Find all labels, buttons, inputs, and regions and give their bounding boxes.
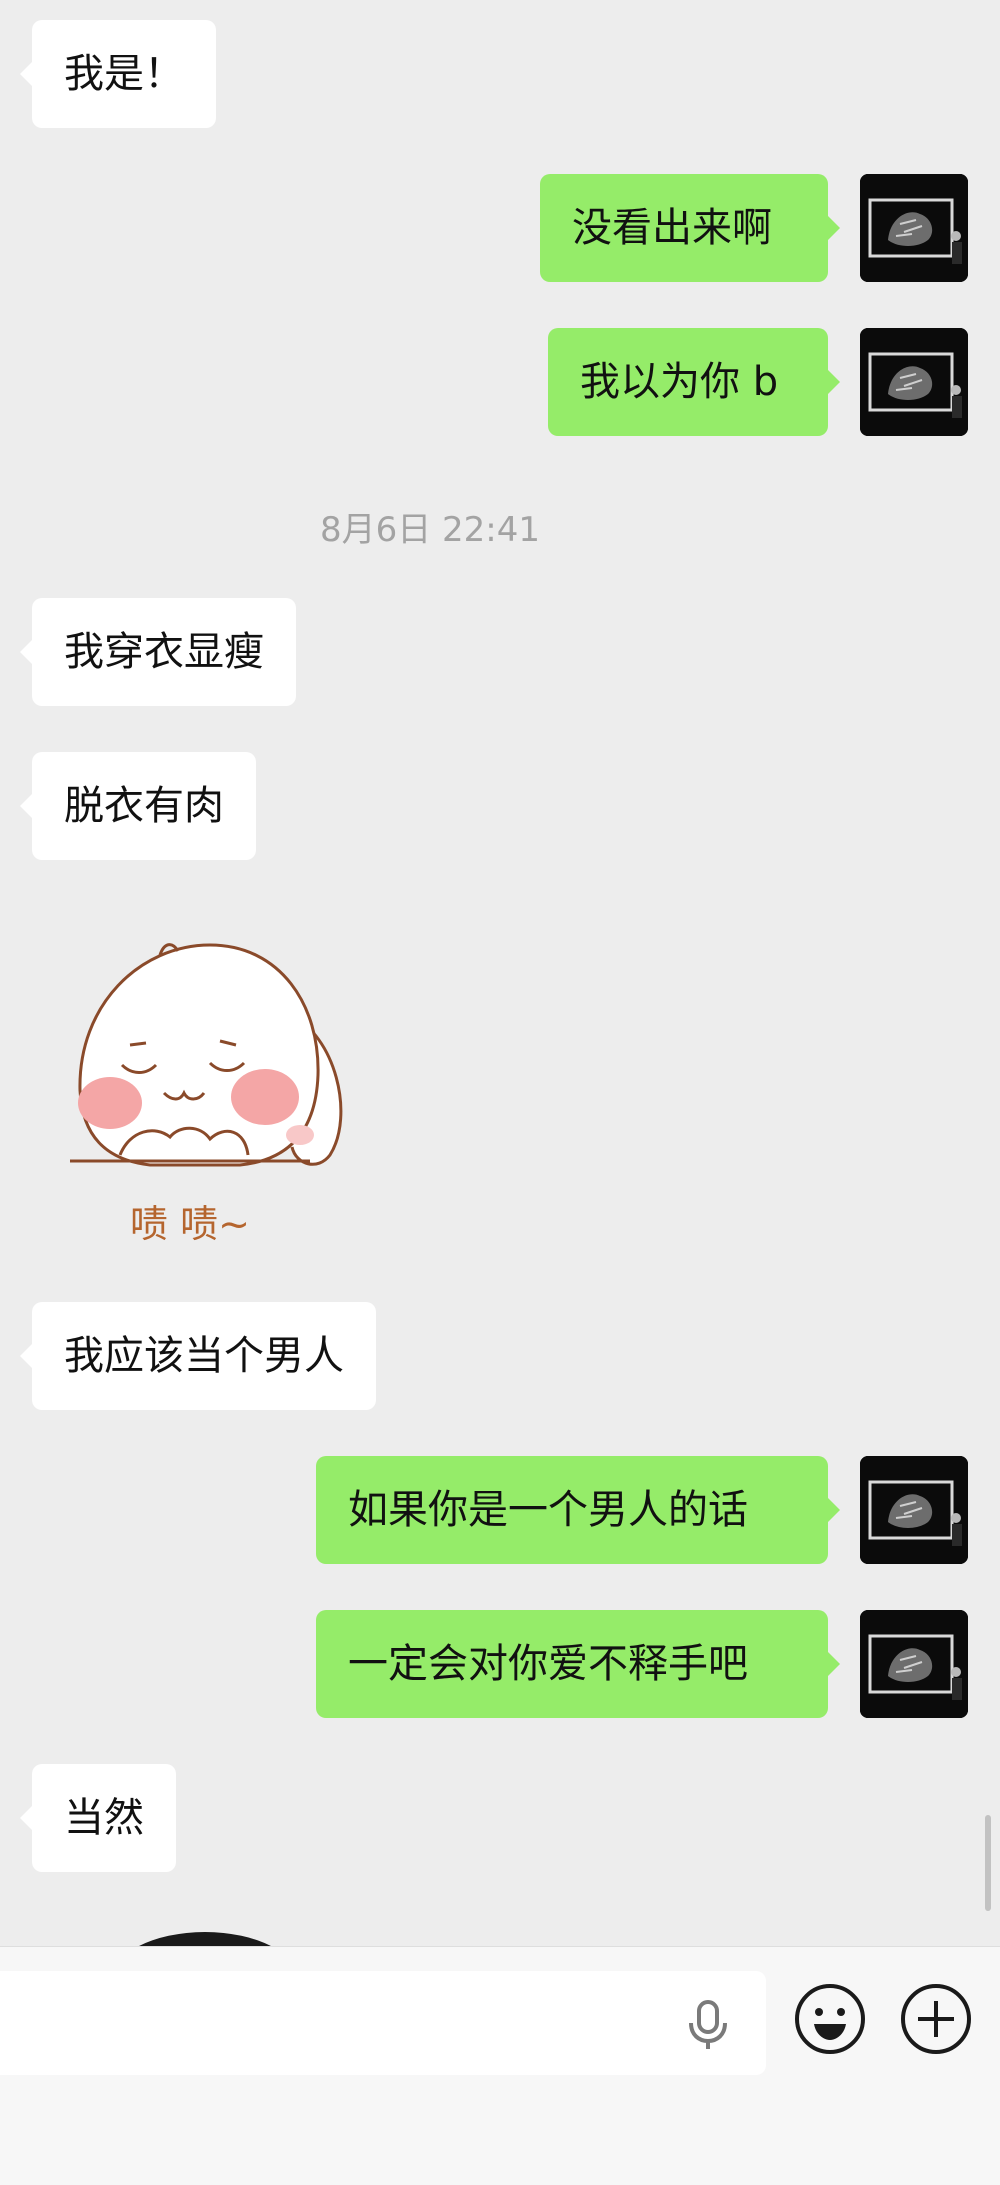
message-text-input[interactable]	[0, 1971, 766, 2075]
incoming-message-bubble[interactable]: 当然	[20, 1764, 176, 1872]
avatar-image	[860, 174, 968, 282]
my-avatar[interactable]	[860, 174, 968, 282]
microphone-icon[interactable]	[686, 1999, 730, 2051]
outgoing-message-bubble[interactable]: 我以为你 b	[548, 328, 840, 436]
incoming-message-bubble[interactable]: 我穿衣显瘦	[20, 598, 296, 706]
outgoing-message-bubble[interactable]: 一定会对你爱不释手吧	[316, 1610, 840, 1718]
bun-sticker-image: 啧 啧~	[70, 943, 343, 1246]
incoming-message-bubble[interactable]: 脱衣有肉	[20, 752, 256, 860]
my-avatar[interactable]	[860, 1610, 968, 1718]
incoming-message-bubble[interactable]: 我应该当个男人	[20, 1302, 376, 1410]
avatar-image	[860, 1456, 968, 1564]
outgoing-message-bubble[interactable]: 没看出来啊	[540, 174, 840, 282]
smiley-icon[interactable]	[794, 1983, 866, 2055]
sticker-caption: 啧 啧~	[130, 1202, 250, 1246]
incoming-message-bubble[interactable]: 我是！	[20, 20, 216, 128]
outgoing-message-bubble[interactable]: 如果你是一个男人的话	[316, 1456, 840, 1564]
my-avatar[interactable]	[860, 1456, 968, 1564]
partial-sticker	[110, 1932, 300, 1946]
avatar-image	[860, 1610, 968, 1718]
plus-icon[interactable]	[900, 1983, 972, 2055]
avatar-image	[860, 328, 968, 436]
my-avatar[interactable]	[860, 328, 968, 436]
chat-message-list[interactable]: 我是！ 没看出来啊 我以为你 b 8月6日 22:41 我穿衣显瘦 脱衣有肉 啧…	[0, 0, 1000, 1946]
sticker-message[interactable]: 啧 啧~	[60, 925, 380, 1255]
message-input-bar	[0, 1946, 1000, 2185]
chat-scrollbar[interactable]	[985, 1815, 991, 1911]
message-timestamp: 8月6日 22:41	[319, 510, 541, 550]
